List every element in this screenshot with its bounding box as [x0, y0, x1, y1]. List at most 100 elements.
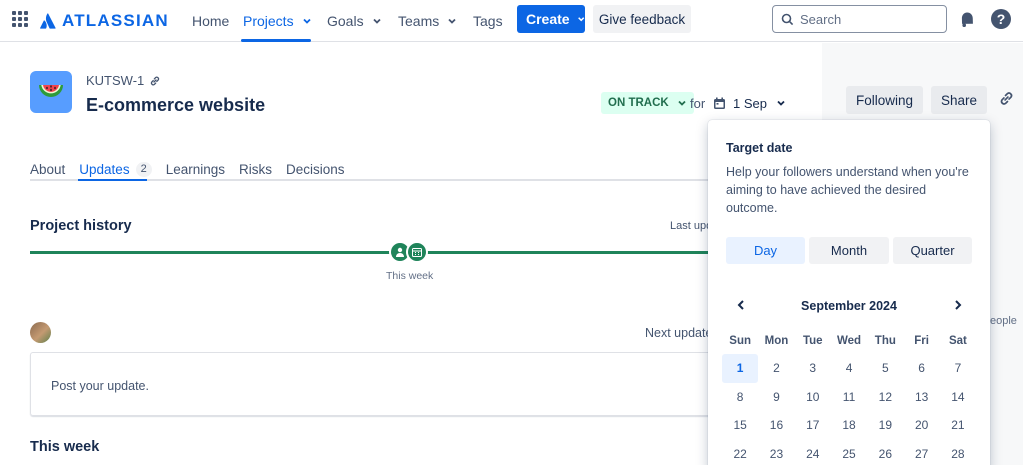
target-date-dropdown[interactable]: 1 Sep: [709, 92, 790, 114]
nav-home[interactable]: Home: [192, 0, 229, 42]
calendar-icon: [714, 97, 725, 109]
calendar-day[interactable]: 14: [940, 383, 976, 412]
timeline-this-week-label: This week: [386, 270, 434, 282]
tab-updates[interactable]: Updates 2: [79, 159, 152, 179]
app-switcher-icon[interactable]: [12, 11, 29, 28]
weekday-label: Tue: [802, 335, 823, 347]
weekday-label: Thu: [874, 335, 896, 347]
tab-risks[interactable]: Risks: [239, 159, 272, 179]
give-feedback-button[interactable]: Give feedback: [593, 5, 691, 33]
updates-count-badge: 2: [135, 161, 152, 177]
calendar-day[interactable]: 10: [795, 383, 831, 412]
chevron-down-icon: [777, 100, 785, 106]
weekday-label: Wed: [837, 335, 862, 347]
project-key-label: KUTSW-1: [86, 73, 145, 88]
chevron-left-icon[interactable]: [735, 299, 747, 311]
search-input[interactable]: [800, 11, 930, 27]
tab-about[interactable]: About: [30, 159, 65, 179]
calendar-day[interactable]: 7: [940, 354, 976, 383]
nav-projects[interactable]: Projects: [243, 0, 312, 42]
create-button-label: Create: [526, 11, 570, 27]
help-icon[interactable]: ?: [991, 9, 1011, 29]
calendar-day[interactable]: 1: [722, 354, 759, 383]
calendar-day[interactable]: 24: [795, 440, 831, 465]
calendar-day[interactable]: 13: [903, 383, 939, 412]
project-title[interactable]: E-commerce website: [86, 95, 265, 116]
nav-teams[interactable]: Teams: [398, 0, 457, 42]
person-icon: [396, 247, 404, 257]
project-tabs: About Updates 2 Learnings Risks Decision…: [30, 159, 359, 179]
calendar-day[interactable]: 23: [758, 440, 794, 465]
watermelon-icon: [39, 85, 63, 97]
calendar-day[interactable]: 11: [831, 383, 867, 412]
calendar-day[interactable]: 6: [903, 354, 939, 383]
following-button[interactable]: Following: [846, 86, 923, 114]
calendar-day[interactable]: 26: [867, 440, 903, 465]
create-button[interactable]: Create: [517, 5, 585, 33]
share-button[interactable]: Share: [931, 86, 987, 114]
logo-text: ATLASSIAN: [62, 11, 169, 30]
link-icon[interactable]: [149, 75, 161, 87]
tab-active-indicator: [78, 179, 147, 181]
weekday-label: Sun: [729, 335, 752, 347]
calendar-day[interactable]: 17: [795, 411, 831, 440]
search-box[interactable]: [772, 5, 947, 33]
calendar-day[interactable]: 3: [795, 354, 831, 383]
atlassian-logo-icon: [40, 13, 56, 29]
copy-link-icon[interactable]: [998, 90, 1015, 112]
chevron-down-icon: [678, 100, 686, 106]
segment-quarter[interactable]: Quarter: [893, 237, 972, 264]
calendar-week-row: 1234567: [722, 354, 976, 383]
calendar-day[interactable]: 9: [758, 383, 794, 412]
calendar-icon: [412, 248, 422, 257]
chevron-down-icon: [577, 17, 584, 22]
search-icon: [781, 13, 794, 25]
nav-active-indicator: [241, 39, 311, 42]
project-key: KUTSW-1: [86, 73, 161, 88]
tab-decisions[interactable]: Decisions: [286, 159, 345, 179]
for-label: for: [690, 96, 706, 111]
calendar-day[interactable]: 21: [940, 411, 976, 440]
chevron-right-icon[interactable]: [952, 299, 964, 311]
calendar-day[interactable]: 22: [722, 440, 758, 465]
segment-day[interactable]: Day: [726, 237, 805, 264]
calendar-week-row: 15 16 17 18 19 20 21: [722, 411, 976, 440]
status-dropdown[interactable]: ON TRACK: [601, 92, 694, 114]
popup-title: Target date: [726, 141, 793, 155]
nav-projects-label: Projects: [243, 13, 294, 29]
atlassian-logo[interactable]: ATLASSIAN: [40, 11, 169, 31]
calendar-day[interactable]: 19: [867, 411, 903, 440]
calendar-day[interactable]: 28: [940, 440, 976, 465]
calendar-day[interactable]: 4: [831, 354, 867, 383]
calendar-day[interactable]: 20: [903, 411, 939, 440]
calendar-weeks: 1 2 3 4 5 6 7 8 9 10 11 12 13 14 15 16 17 18 19 20 21 22 23 24 2…: [722, 354, 976, 465]
project-avatar[interactable]: [30, 71, 72, 113]
calendar-day[interactable]: 16: [758, 411, 794, 440]
chevron-down-icon: [302, 18, 311, 24]
target-date-value: 1 Sep: [733, 95, 767, 111]
nav-goals-label: Goals: [327, 13, 364, 29]
timeline-date-marker[interactable]: [406, 241, 428, 263]
last-updated-label: Last updated: [670, 220, 710, 232]
nav-goals[interactable]: Goals: [327, 0, 382, 42]
nav-tags[interactable]: Tags: [473, 0, 503, 42]
user-avatar[interactable]: [30, 322, 51, 343]
project-history-heading: Project history: [30, 218, 132, 234]
calendar-day[interactable]: 5: [867, 354, 903, 383]
post-update-placeholder: Post your update.: [51, 379, 149, 393]
calendar-day[interactable]: 2: [758, 354, 794, 383]
tab-learnings[interactable]: Learnings: [166, 159, 225, 179]
calendar-day[interactable]: 8: [722, 383, 758, 412]
weekday-label: Mon: [764, 335, 789, 347]
calendar-day[interactable]: 25: [831, 440, 867, 465]
calendar-day[interactable]: 12: [867, 383, 903, 412]
popup-description: Help your followers understand when you'…: [726, 165, 969, 215]
history-timeline: [30, 251, 710, 254]
notifications-bell-icon[interactable]: [957, 9, 977, 34]
tab-label: About: [30, 161, 66, 177]
calendar-day[interactable]: 27: [903, 440, 939, 465]
segment-month[interactable]: Month: [809, 237, 889, 264]
calendar-day[interactable]: 18: [831, 411, 867, 440]
calendar-day[interactable]: 15: [722, 411, 758, 440]
post-update-box[interactable]: Post your update.: [30, 352, 720, 416]
